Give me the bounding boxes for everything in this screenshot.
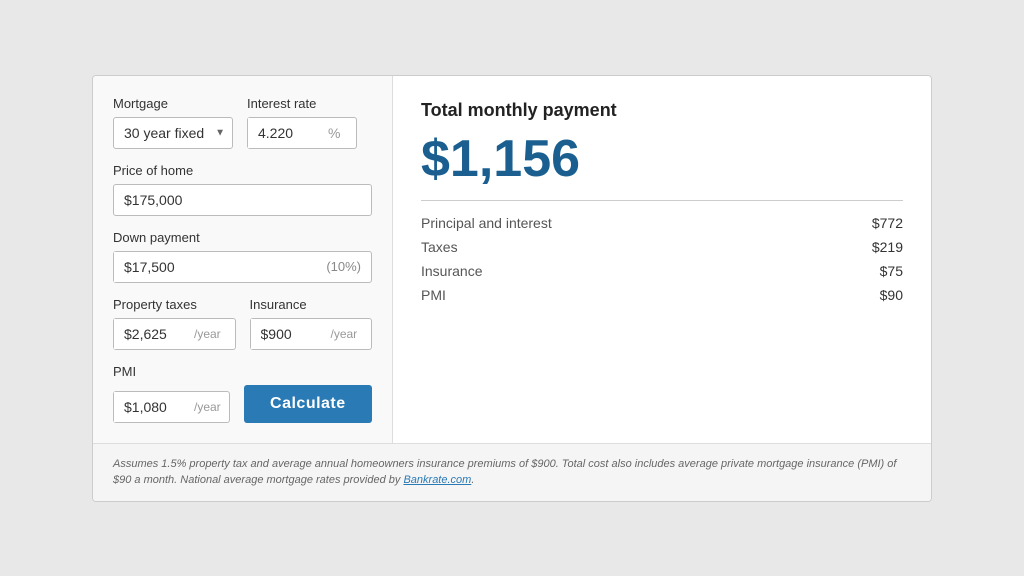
pmi-unit: /year	[194, 400, 229, 414]
breakdown-row: Taxes $219	[421, 239, 903, 255]
insurance-input[interactable]	[251, 319, 331, 349]
mortgage-interest-row: Mortgage 30 year fixed 15 year fixed 5/1…	[113, 96, 372, 149]
mortgage-select-wrapper: 30 year fixed 15 year fixed 5/1 ARM ▼	[113, 117, 233, 149]
insurance-label: Insurance	[250, 297, 373, 312]
price-group: Price of home	[113, 163, 372, 216]
interest-rate-group: Interest rate %	[247, 96, 357, 149]
interest-rate-label: Interest rate	[247, 96, 357, 111]
property-taxes-group: Property taxes /year	[113, 297, 236, 350]
pmi-row: /year Calculate	[113, 385, 372, 423]
total-amount: $1,156	[421, 131, 903, 188]
calculate-button[interactable]: Calculate	[244, 385, 372, 423]
total-label: Total monthly payment	[421, 100, 903, 121]
insurance-wrapper: /year	[250, 318, 373, 350]
breakdown-label: Insurance	[421, 263, 482, 279]
property-taxes-wrapper: /year	[113, 318, 236, 350]
footer-suffix: .	[471, 474, 474, 486]
pmi-input-group: /year	[113, 391, 230, 423]
breakdown-value: $219	[872, 239, 903, 255]
down-payment-label: Down payment	[113, 230, 372, 245]
mortgage-select[interactable]: 30 year fixed 15 year fixed 5/1 ARM	[113, 117, 233, 149]
mortgage-label: Mortgage	[113, 96, 233, 111]
breakdown-row: Principal and interest $772	[421, 215, 903, 231]
calculator-container: Mortgage 30 year fixed 15 year fixed 5/1…	[92, 75, 932, 502]
percent-symbol: %	[328, 125, 348, 141]
right-panel: Total monthly payment $1,156 Principal a…	[393, 76, 931, 443]
breakdown-value: $772	[872, 215, 903, 231]
pmi-calculate-group: PMI /year Calculate	[113, 364, 372, 423]
breakdown-label: Taxes	[421, 239, 458, 255]
down-payment-group: Down payment (10%)	[113, 230, 372, 283]
interest-input-wrapper: %	[247, 117, 357, 149]
breakdown-label: Principal and interest	[421, 215, 552, 231]
interest-rate-input[interactable]	[248, 118, 328, 148]
main-content: Mortgage 30 year fixed 15 year fixed 5/1…	[93, 76, 931, 443]
down-payment-input[interactable]	[114, 252, 326, 282]
down-payment-input-wrapper: (10%)	[113, 251, 372, 283]
footer-note: Assumes 1.5% property tax and average an…	[93, 443, 931, 501]
pmi-wrapper: /year	[113, 391, 230, 423]
mortgage-group: Mortgage 30 year fixed 15 year fixed 5/1…	[113, 96, 233, 149]
property-taxes-unit: /year	[194, 327, 229, 341]
breakdown-value: $75	[880, 263, 903, 279]
down-payment-percent: (10%)	[326, 259, 371, 274]
footer-text: Assumes 1.5% property tax and average an…	[113, 458, 896, 487]
breakdown-row: Insurance $75	[421, 263, 903, 279]
divider	[421, 200, 903, 201]
price-input[interactable]	[113, 184, 372, 216]
property-taxes-input[interactable]	[114, 319, 194, 349]
insurance-unit: /year	[331, 327, 366, 341]
left-panel: Mortgage 30 year fixed 15 year fixed 5/1…	[93, 76, 393, 443]
pmi-input[interactable]	[114, 392, 194, 422]
pmi-label: PMI	[113, 364, 372, 379]
property-taxes-label: Property taxes	[113, 297, 236, 312]
bankrate-link[interactable]: Bankrate.com	[403, 474, 471, 486]
breakdown-label: PMI	[421, 287, 446, 303]
taxes-insurance-row: Property taxes /year Insurance /year	[113, 297, 372, 350]
breakdown-list: Principal and interest $772 Taxes $219 Insur…	[421, 215, 903, 303]
breakdown-value: $90	[880, 287, 903, 303]
insurance-group: Insurance /year	[250, 297, 373, 350]
breakdown-row: PMI $90	[421, 287, 903, 303]
price-label: Price of home	[113, 163, 372, 178]
